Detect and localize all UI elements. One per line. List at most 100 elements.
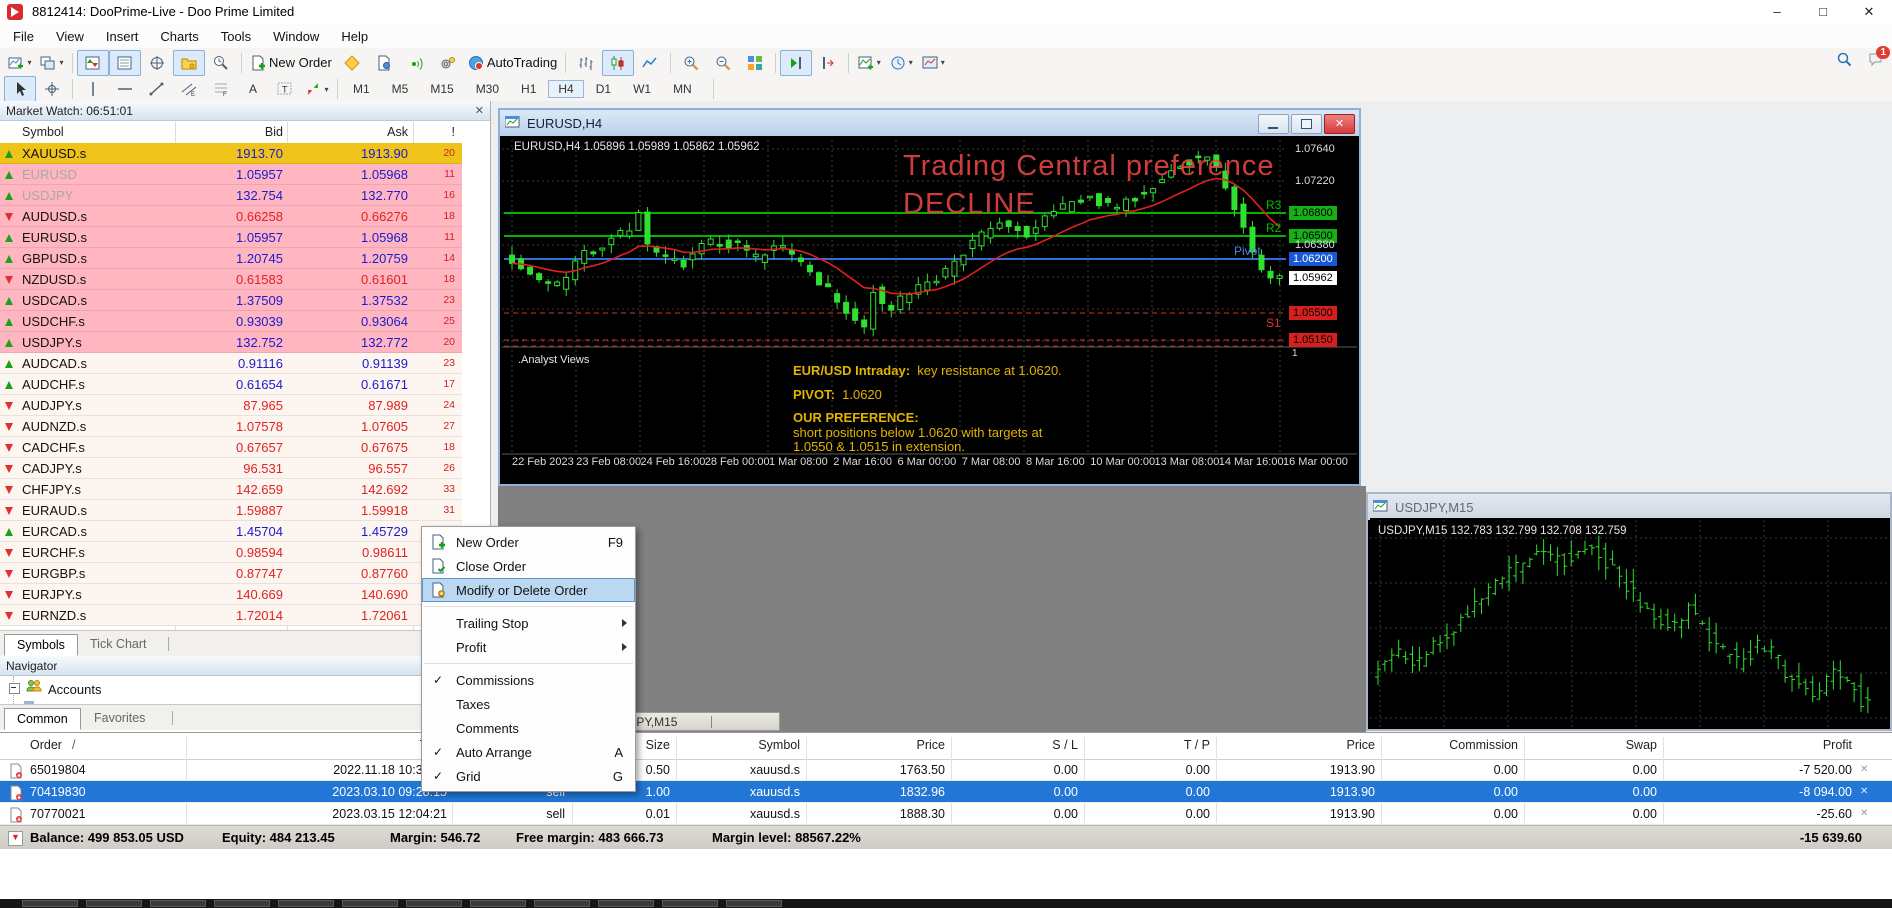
- terminal-tab-clipped[interactable]: [214, 900, 270, 907]
- context-menu-item-close-order[interactable]: Close Order: [422, 554, 635, 578]
- tree-expand-icon[interactable]: [9, 683, 20, 694]
- timeframe-d1[interactable]: D1: [586, 80, 621, 98]
- dropdown-caret-icon[interactable]: ▾: [324, 85, 328, 94]
- chart-shift-button[interactable]: [812, 50, 844, 76]
- templates-button[interactable]: ▾: [917, 50, 949, 76]
- menu-view[interactable]: View: [45, 25, 95, 48]
- market-watch-row[interactable]: EURUSD1.059571.0596811: [0, 164, 462, 185]
- market-watch-row[interactable]: CHFJPY.s142.659142.69233: [0, 479, 462, 500]
- menu-window[interactable]: Window: [262, 25, 330, 48]
- arrows-tool-button[interactable]: ▾: [301, 76, 333, 102]
- terminal-tab-clipped[interactable]: [150, 900, 206, 907]
- candlesticks-button[interactable]: [602, 50, 634, 76]
- close-button[interactable]: ✕: [1846, 0, 1892, 24]
- new-order-button[interactable]: New Order: [246, 50, 336, 76]
- market-watch-row[interactable]: XAUUSD.s1913.701913.9020: [0, 143, 462, 164]
- column-header-symbol[interactable]: Symbol: [22, 122, 64, 143]
- cursor-tool-button[interactable]: [4, 76, 36, 102]
- navigator-button[interactable]: [141, 50, 173, 76]
- line-chart-button[interactable]: [634, 50, 666, 76]
- options-button[interactable]: [432, 50, 464, 76]
- market-watch-row[interactable]: NZDUSD.s0.615830.6160118: [0, 269, 462, 290]
- minimize-window-button[interactable]: [1258, 114, 1289, 134]
- metaeditor-button[interactable]: [336, 50, 368, 76]
- order-row[interactable]: 650198042022.11.18 10:38:12sell0.50xauus…: [0, 759, 1892, 781]
- bar-chart-button[interactable]: [570, 50, 602, 76]
- profiles-button[interactable]: ▾: [36, 50, 68, 76]
- horizontal-line-tool-button[interactable]: [109, 76, 141, 102]
- menu-tools[interactable]: Tools: [210, 25, 262, 48]
- data-window-button[interactable]: [109, 50, 141, 76]
- zoom-in-button[interactable]: [675, 50, 707, 76]
- tree-item-accounts[interactable]: Accounts: [48, 682, 101, 697]
- search-button[interactable]: [1836, 51, 1852, 70]
- fibonacci-tool-button[interactable]: F: [205, 76, 237, 102]
- autotrading-button[interactable]: AutoTrading: [464, 50, 561, 76]
- close-position-icon[interactable]: ✕: [1860, 781, 1868, 803]
- terminal-tab-clipped[interactable]: [342, 900, 398, 907]
- market-watch-row[interactable]: USDJPY.s132.752132.77220: [0, 332, 462, 353]
- tab-symbols[interactable]: Symbols: [4, 634, 78, 656]
- restore-window-button[interactable]: [1291, 114, 1322, 134]
- timeframe-h4[interactable]: H4: [548, 80, 583, 98]
- order-row[interactable]: 704198302023.03.10 09:28:15sell1.00xauus…: [0, 781, 1892, 803]
- market-watch-row[interactable]: USDCAD.s1.375091.3753223: [0, 290, 462, 311]
- strategy-tester-button[interactable]: [205, 50, 237, 76]
- column-header-spread[interactable]: !: [413, 122, 455, 143]
- market-watch-row[interactable]: EURCHF.s0.985940.9861117: [0, 542, 462, 563]
- dropdown-caret-icon[interactable]: ▾: [27, 58, 31, 67]
- terminal-tab-clipped[interactable]: [278, 900, 334, 907]
- context-menu-item-modify-or-delete-order[interactable]: Modify or Delete Order: [422, 578, 635, 602]
- usdjpy-window-titlebar[interactable]: USDJPY,M15: [1368, 494, 1890, 520]
- menu-file[interactable]: File: [2, 25, 45, 48]
- maximize-button[interactable]: □: [1800, 0, 1846, 24]
- tile-windows-button[interactable]: [739, 50, 771, 76]
- vertical-line-tool-button[interactable]: [77, 76, 109, 102]
- market-watch-row[interactable]: CADJPY.s96.53196.55726: [0, 458, 462, 479]
- experts-button[interactable]: [368, 50, 400, 76]
- auto-scroll-button[interactable]: [780, 50, 812, 76]
- context-menu-item-trailing-stop[interactable]: Trailing Stop: [422, 611, 635, 635]
- indicators-button[interactable]: ▾: [853, 50, 885, 76]
- text-label-tool-button[interactable]: T: [269, 76, 301, 102]
- menu-insert[interactable]: Insert: [95, 25, 150, 48]
- context-menu-item-profit[interactable]: Profit: [422, 635, 635, 659]
- order-row[interactable]: 707700212023.03.15 12:04:21sell0.01xauus…: [0, 803, 1892, 825]
- column-header-order[interactable]: Order: [30, 738, 62, 752]
- column-header-ask[interactable]: Ask: [287, 122, 408, 143]
- menu-charts[interactable]: Charts: [149, 25, 209, 48]
- market-watch-row[interactable]: EURUSD.s1.059571.0596811: [0, 227, 462, 248]
- close-position-icon[interactable]: ✕: [1860, 759, 1868, 781]
- terminal-button[interactable]: [173, 50, 205, 76]
- column-header-bid[interactable]: Bid: [90, 122, 283, 143]
- usdjpy-chart-canvas[interactable]: [1370, 518, 1890, 727]
- timeframe-m1[interactable]: M1: [343, 80, 380, 98]
- dropdown-caret-icon[interactable]: ▾: [909, 58, 913, 67]
- market-watch-row[interactable]: EURAUD.s1.598871.5991831: [0, 500, 462, 521]
- market-watch-button[interactable]: [77, 50, 109, 76]
- market-watch-row[interactable]: EURNZD.s1.720141.7206147: [0, 605, 462, 626]
- market-watch-row[interactable]: CADCHF.s0.676570.6767518: [0, 437, 462, 458]
- context-menu-item-grid[interactable]: ✓GridG: [422, 764, 635, 788]
- context-menu-item-comments[interactable]: Comments: [422, 716, 635, 740]
- market-watch-row[interactable]: EURGBP.s0.877470.8776013: [0, 563, 462, 584]
- usdjpy-chart-area[interactable]: [1370, 518, 1890, 727]
- tab-tick-chart[interactable]: Tick Chart: [78, 634, 159, 654]
- dropdown-caret-icon[interactable]: ▾: [941, 58, 945, 67]
- terminal-tab-clipped[interactable]: [534, 900, 590, 907]
- market-watch-row[interactable]: EURJPY.s140.669140.69021: [0, 584, 462, 605]
- context-menu-item-taxes[interactable]: Taxes: [422, 692, 635, 716]
- text-tool-button[interactable]: A: [237, 76, 269, 102]
- tab-favorites[interactable]: Favorites: [82, 708, 157, 728]
- trendline-tool-button[interactable]: [141, 76, 173, 102]
- equidistant-channel-tool-button[interactable]: E: [173, 76, 205, 102]
- close-window-button[interactable]: ✕: [1324, 114, 1355, 134]
- crosshair-tool-button[interactable]: [36, 76, 68, 102]
- context-menu-item-new-order[interactable]: New OrderF9: [422, 530, 635, 554]
- timeframe-h1[interactable]: H1: [511, 80, 546, 98]
- market-watch-row[interactable]: AUDJPY.s87.96587.98924: [0, 395, 462, 416]
- dropdown-caret-icon[interactable]: ▾: [877, 58, 881, 67]
- notifications-button[interactable]: 1: [1868, 51, 1884, 70]
- timeframe-m30[interactable]: M30: [466, 80, 509, 98]
- context-menu-item-commissions[interactable]: ✓Commissions: [422, 668, 635, 692]
